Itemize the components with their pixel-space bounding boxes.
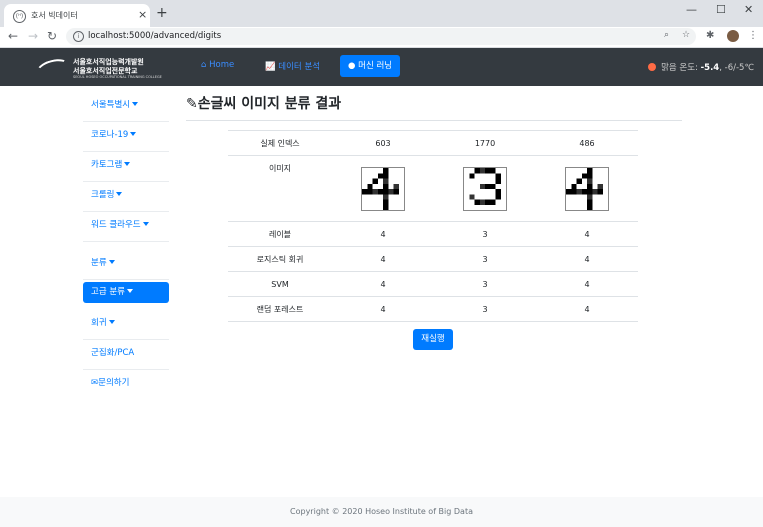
sidebar-item-cartogram[interactable]: 카토그램: [83, 152, 169, 182]
sidebar-item-clustering[interactable]: 군집화/PCA: [83, 340, 169, 370]
row-header: 이미지: [228, 155, 332, 222]
row-header: 로지스틱 회귀: [228, 246, 332, 272]
caret-down-icon: [126, 289, 133, 293]
table-cell: 486: [536, 130, 638, 156]
url-text: localhost:5000/advanced/digits: [88, 31, 222, 41]
table-row: 랜덤 포레스트 4 3 4: [228, 296, 638, 322]
weather-temperature: 맑음 온도: -5.4, -6/-5℃: [648, 61, 754, 73]
profile-avatar[interactable]: [727, 30, 739, 42]
pencil-icon: ✎: [186, 96, 198, 112]
digit-image: [565, 167, 609, 211]
nav-home[interactable]: ⌂ Home: [201, 60, 234, 70]
footer: Copyright © 2020 Hoseo Institute of Big …: [0, 497, 763, 527]
chrome-menu-icon[interactable]: ⋮: [748, 30, 758, 41]
caret-down-icon: [142, 222, 149, 226]
table-cell: 3: [434, 271, 536, 297]
caret-down-icon: [116, 192, 123, 196]
table-cell: 1770: [434, 130, 536, 156]
bookmark-star-icon[interactable]: ☆: [682, 30, 690, 40]
row-header: 랜덤 포레스트: [228, 296, 332, 322]
table-row: SVM 4 3 4: [228, 271, 638, 297]
browser-tab-strip: (ᴴ) 호서 빅데이터 × + — ☐ ✕: [0, 0, 763, 27]
table-cell: [536, 155, 638, 222]
minimize-icon[interactable]: —: [686, 3, 697, 16]
table-cell: 4: [332, 246, 434, 272]
table-cell: [434, 155, 536, 222]
site-logo[interactable]: 서울호서직업능력개발원 서울호서직업전문학교 SEOUL HOSEO OCCUP…: [34, 54, 162, 83]
forward-icon[interactable]: →: [28, 29, 38, 43]
caret-down-icon: [124, 162, 131, 166]
logo-swoosh-icon: [34, 55, 72, 83]
row-header: 레이블: [228, 221, 332, 247]
title-divider: [186, 120, 682, 121]
site-navbar: 서울호서직업능력개발원 서울호서직업전문학교 SEOUL HOSEO OCCUP…: [0, 48, 763, 86]
maximize-icon[interactable]: ☐: [716, 3, 726, 16]
table-row: 이미지: [228, 155, 638, 222]
browser-toolbar: ← → ↻ i localhost:5000/advanced/digits ⌕…: [0, 27, 763, 48]
table-cell: 4: [332, 221, 434, 247]
row-header: SVM: [228, 271, 332, 297]
sidebar-item-advanced-classification[interactable]: 고급 분류: [83, 282, 169, 303]
caret-down-icon: [132, 102, 139, 106]
new-tab-icon[interactable]: +: [156, 5, 168, 21]
tab-title: 호서 빅데이터: [31, 11, 78, 20]
table-cell: 4: [536, 246, 638, 272]
info-icon[interactable]: i: [73, 31, 84, 42]
digit-image: [463, 167, 507, 211]
weather-dot-icon: [648, 63, 657, 71]
favicon-icon: (ᴴ): [13, 10, 26, 23]
sidebar-item-wordcloud[interactable]: 워드 클라우드: [83, 212, 169, 242]
zoom-icon[interactable]: ⌕: [664, 30, 669, 40]
table-cell: 603: [332, 130, 434, 156]
caret-down-icon: [108, 320, 115, 324]
table-cell: [332, 155, 434, 222]
table-row: 로지스틱 회귀 4 3 4: [228, 246, 638, 272]
back-icon[interactable]: ←: [8, 29, 18, 43]
digit-image: [361, 167, 405, 211]
page-title: ✎손글씨 이미지 분류 결과: [186, 96, 342, 112]
copyright-text: Copyright © 2020 Hoseo Institute of Big …: [290, 507, 473, 516]
sidebar-item-regression[interactable]: 회귀: [83, 310, 169, 340]
chart-icon: 📈: [265, 62, 276, 72]
table-cell: 4: [536, 271, 638, 297]
results-table: 실제 인덱스 603 1770 486 이미지 레이블 4 3 4 로지스틱 회…: [228, 130, 638, 322]
table-cell: 3: [434, 221, 536, 247]
table-cell: 4: [332, 271, 434, 297]
logo-line3: SEOUL HOSEO OCCUPATIONAL TRAINING COLLEG…: [73, 75, 162, 79]
table-row: 실제 인덱스 603 1770 486: [228, 130, 638, 156]
table-cell: 4: [536, 296, 638, 322]
row-header: 실제 인덱스: [228, 130, 332, 156]
sidebar: 서울특별시 코로나-19 카토그램 크롤링 워드 클라우드 분류 고급 분류 회…: [83, 92, 169, 400]
close-window-icon[interactable]: ✕: [744, 3, 753, 16]
caret-down-icon: [108, 260, 115, 264]
address-bar[interactable]: i localhost:5000/advanced/digits ⌕ ☆: [66, 28, 696, 45]
home-icon: ⌂: [201, 60, 207, 70]
caret-down-icon: [130, 132, 137, 136]
browser-tab[interactable]: (ᴴ) 호서 빅데이터 ×: [4, 4, 150, 27]
extensions-icon[interactable]: ✱: [706, 30, 714, 41]
nav-machine-learning[interactable]: ● 머신 러닝: [340, 55, 401, 77]
sidebar-item-contact[interactable]: ✉문의하기: [83, 370, 169, 400]
table-cell: 4: [332, 296, 434, 322]
table-cell: 3: [434, 246, 536, 272]
sidebar-item-seoul[interactable]: 서울특별시: [83, 92, 169, 122]
brain-icon: ●: [348, 61, 356, 71]
table-row: 레이블 4 3 4: [228, 221, 638, 247]
table-cell: 4: [536, 221, 638, 247]
tab-close-icon[interactable]: ×: [138, 8, 147, 21]
nav-data-analysis[interactable]: 📈 데이터 분석: [265, 60, 320, 72]
table-cell: 3: [434, 296, 536, 322]
sidebar-item-crawling[interactable]: 크롤링: [83, 182, 169, 212]
sidebar-item-covid[interactable]: 코로나-19: [83, 122, 169, 152]
reload-icon[interactable]: ↻: [47, 29, 57, 43]
sidebar-item-classification[interactable]: 분류: [83, 250, 169, 280]
rerun-button[interactable]: 재실행: [413, 329, 453, 350]
